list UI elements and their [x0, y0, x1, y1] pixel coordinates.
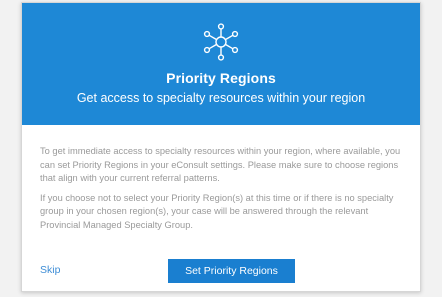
priority-regions-dialog: Priority Regions Get access to specialty… — [21, 2, 421, 292]
dialog-body: To get immediate access to specialty res… — [22, 125, 420, 232]
network-hub-icon — [203, 23, 239, 61]
dialog-header: Priority Regions Get access to specialty… — [22, 3, 420, 125]
skip-link[interactable]: Skip — [40, 264, 60, 276]
body-paragraph-fallback: If you choose not to select your Priorit… — [40, 192, 394, 230]
set-priority-regions-button[interactable]: Set Priority Regions — [168, 259, 295, 283]
dialog-title: Priority Regions — [166, 70, 276, 86]
dialog-subtitle: Get access to specialty resources within… — [76, 91, 366, 105]
body-paragraph-access: To get immediate access to specialty res… — [40, 146, 401, 183]
dialog-footer: Skip Set Priority Regions — [22, 259, 420, 283]
